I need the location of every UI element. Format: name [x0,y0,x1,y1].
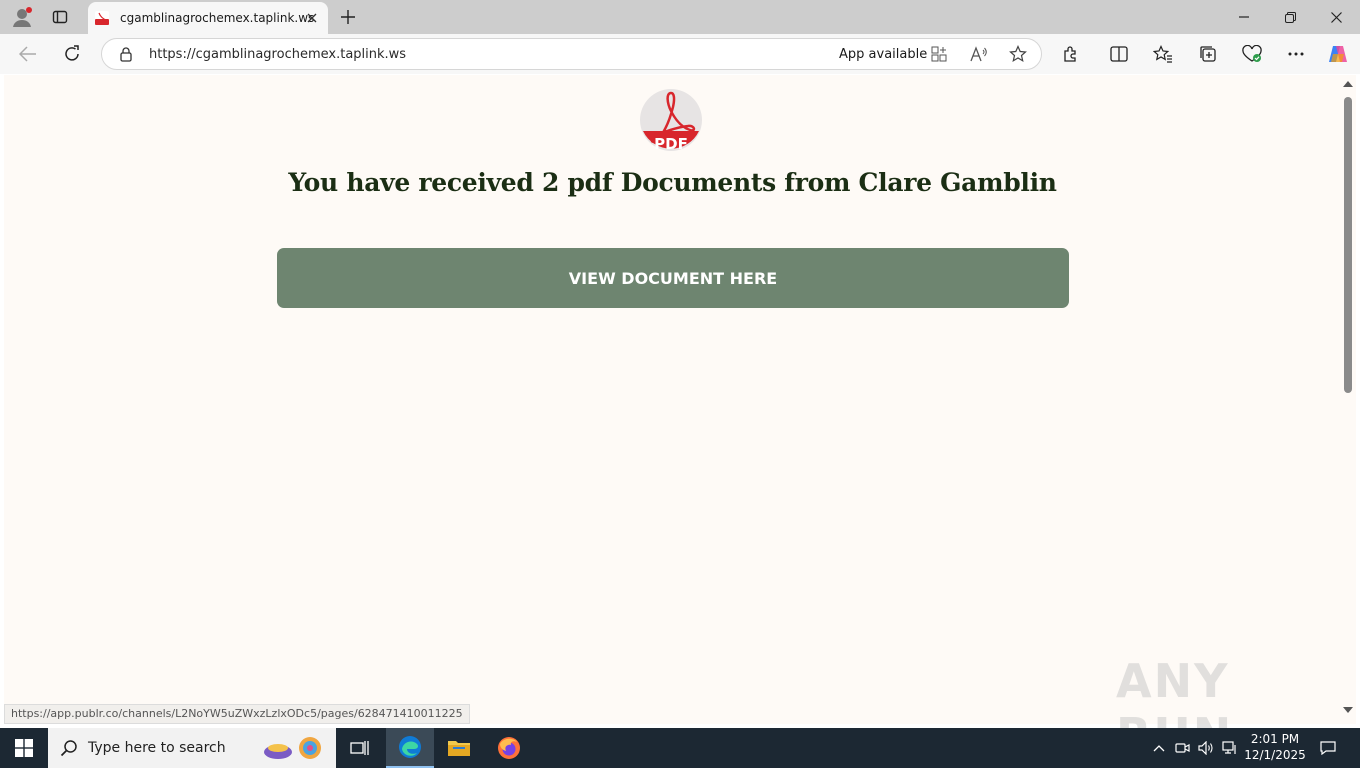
browser-essentials-icon[interactable] [1237,40,1267,68]
taskbar-search-box[interactable]: Type here to search [48,728,336,768]
tray-chevron-up-icon[interactable] [1151,740,1167,756]
windows-start-icon[interactable] [0,728,48,768]
page-viewport: PDF You have received 2 pdf Documents fr… [4,75,1341,724]
page-headline: You have received 2 pdf Documents from C… [288,168,1057,197]
scroll-thumb[interactable] [1344,97,1352,393]
volume-icon[interactable] [1198,740,1214,756]
network-icon[interactable] [1222,740,1238,756]
tray-meet-icon[interactable] [1174,740,1190,756]
search-placeholder: Type here to search [88,740,226,756]
lock-icon[interactable] [118,46,134,62]
close-window-icon[interactable] [1316,4,1356,30]
app-install-icon[interactable] [930,45,948,63]
clock-date: 12/1/2025 [1244,748,1306,762]
title-bar: cgamblinagrochemex.taplink.ws [0,0,1360,34]
tab-actions-icon[interactable] [46,5,74,29]
clock-time: 2:01 PM [1250,732,1300,746]
tab-close-icon[interactable] [304,10,320,26]
refresh-icon[interactable] [57,40,87,68]
tab-title: cgamblinagrochemex.taplink.ws [120,11,315,25]
search-icon [60,740,77,757]
search-highlight-icon [264,737,321,759]
scroll-up-arrow-icon[interactable] [1343,81,1353,87]
edge-taskbar-icon[interactable] [386,728,434,768]
pdf-logo-text: PDF [654,135,688,153]
file-explorer-icon[interactable] [435,728,483,768]
profile-icon[interactable] [8,5,36,29]
system-clock[interactable]: 2:01 PM 12/1/2025 [1244,731,1306,763]
page-scrollbar[interactable] [1341,75,1356,724]
link-status-bar: https://app.publr.co/channels/L2NoYW5uZW… [4,704,470,724]
app-available-label[interactable]: App available [839,47,927,62]
extensions-icon[interactable] [1056,40,1086,68]
firefox-icon[interactable] [485,728,533,768]
back-icon[interactable] [13,40,43,68]
split-screen-icon[interactable] [1104,40,1134,68]
notifications-icon[interactable] [1320,740,1336,756]
more-options-icon[interactable] [1281,40,1311,68]
favorites-icon[interactable] [1148,40,1178,68]
browser-toolbar: https://cgamblinagrochemex.taplink.ws Ap… [0,34,1360,74]
pdf-favicon-icon [95,11,109,25]
task-view-icon[interactable] [336,728,384,768]
tab-active[interactable]: cgamblinagrochemex.taplink.ws [88,2,328,34]
favorite-star-icon[interactable] [1009,45,1027,63]
collections-icon[interactable] [1193,40,1223,68]
new-tab-icon[interactable] [337,6,359,28]
pdf-logo-icon: PDF [640,89,702,153]
minimize-icon[interactable] [1224,4,1264,30]
address-bar[interactable]: https://cgamblinagrochemex.taplink.ws Ap… [101,38,1042,70]
copilot-icon[interactable] [1323,40,1353,68]
view-document-button[interactable]: VIEW DOCUMENT HERE [277,248,1069,308]
url-text[interactable]: https://cgamblinagrochemex.taplink.ws [149,47,406,62]
read-aloud-icon[interactable] [970,45,988,63]
windows-taskbar: Type here to search 2:01 PM 12/1/2025 [0,728,1360,768]
restore-icon[interactable] [1270,4,1310,30]
